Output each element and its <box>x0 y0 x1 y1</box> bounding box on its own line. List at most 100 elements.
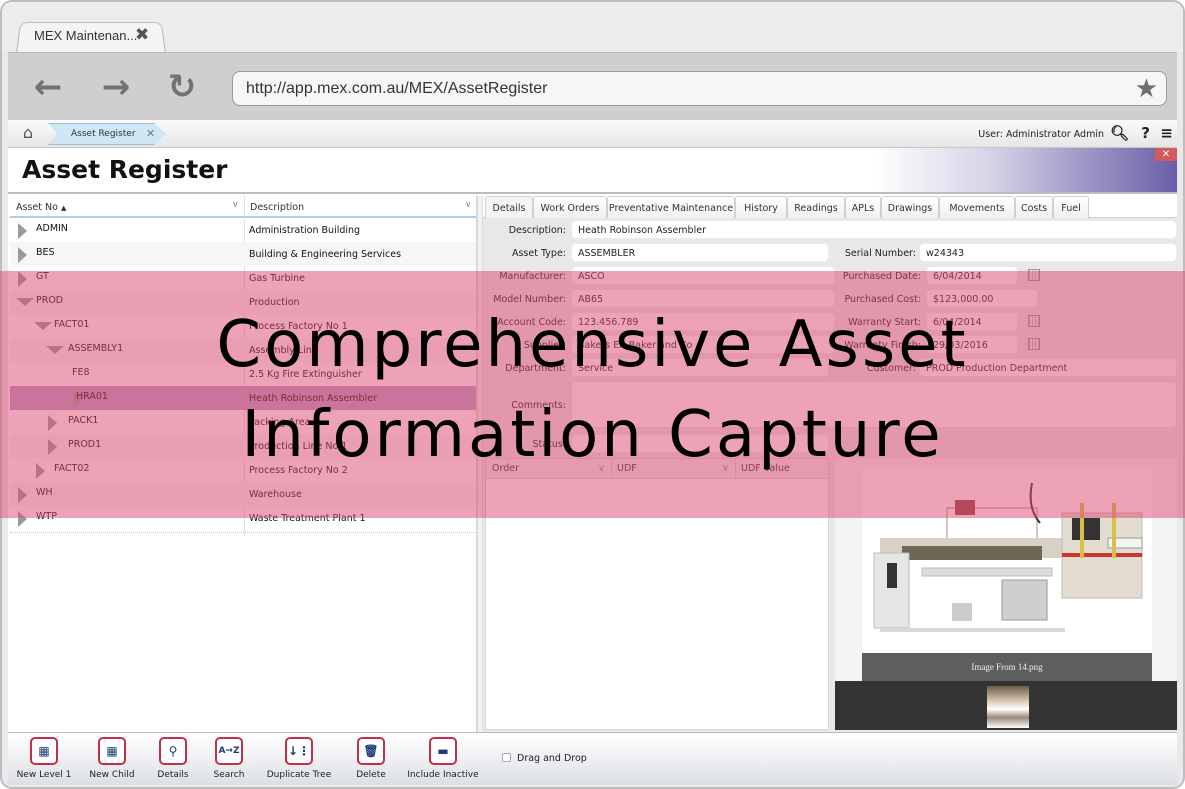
purchased-cost-field[interactable]: $123,000.00 <box>926 289 1038 308</box>
tree-row[interactable]: ADMIN Administration Building <box>10 218 476 242</box>
supplier-label: Supplier: <box>523 340 566 351</box>
search-icon[interactable]: 🔍︎ <box>1110 124 1129 142</box>
column-header-order[interactable]: Order <box>492 463 519 474</box>
model-number-field[interactable]: AB65 <box>571 289 835 308</box>
collapse-arrow-icon[interactable] <box>34 322 52 330</box>
expand-arrow-icon[interactable] <box>18 511 27 527</box>
close-page-icon[interactable]: ✕ <box>1155 148 1177 161</box>
tree-row[interactable]: WH Warehouse <box>10 482 476 506</box>
tree-row[interactable]: WTP Waste Treatment Plant 1 <box>10 506 476 530</box>
home-icon[interactable]: ⌂ <box>12 123 44 145</box>
image-thumbnail[interactable] <box>987 686 1029 728</box>
tree-row[interactable]: PROD1 Production Line No 1 <box>10 434 476 458</box>
new-child-icon: ▦ <box>98 737 126 765</box>
tab-apls[interactable]: APLs <box>845 196 881 218</box>
status-field[interactable] <box>571 434 829 453</box>
bookmark-star-icon[interactable]: ★ <box>1135 74 1158 104</box>
account-code-field[interactable]: 123.456.789 <box>571 312 835 331</box>
description-field[interactable]: Heath Robinson Assembler <box>571 220 1177 239</box>
search-button[interactable]: A→Z Search <box>206 737 252 780</box>
tab-details[interactable]: Details <box>485 196 533 218</box>
tree-row[interactable]: FACT01 Process Factory No 1 <box>10 314 476 338</box>
asset-type-field[interactable]: ASSEMBLER <box>571 243 829 262</box>
image-gallery: Image From 14.png <box>835 458 1177 730</box>
duplicate-tree-button[interactable]: ↓⋮ Duplicate Tree <box>264 737 334 780</box>
chevron-down-icon[interactable]: ∨ <box>465 200 472 210</box>
chevron-down-icon[interactable]: ∨ <box>232 200 239 210</box>
collapse-arrow-icon[interactable] <box>46 346 64 354</box>
include-inactive-icon: ▬ <box>429 737 457 765</box>
serial-number-field[interactable]: w24343 <box>919 243 1177 262</box>
include-inactive-button[interactable]: ▬ Include Inactive <box>404 737 482 780</box>
tree-rows: ADMIN Administration Building BES Building … <box>10 218 476 530</box>
new-level-icon: ▦ <box>30 737 58 765</box>
calendar-icon[interactable] <box>1028 315 1040 327</box>
tree-row[interactable]: FE8 2.5 Kg Fire Extinguisher <box>10 362 476 386</box>
tab-readings[interactable]: Readings <box>787 196 845 218</box>
tree-row[interactable]: GT Gas Turbine <box>10 266 476 290</box>
expand-arrow-icon[interactable] <box>18 247 27 263</box>
warranty-finish-field[interactable]: 29/03/2016 <box>926 335 1018 354</box>
delete-button[interactable]: 🗑 Delete <box>349 737 393 780</box>
customer-field[interactable]: PROD Production Department <box>919 358 1177 377</box>
tab-costs[interactable]: Costs <box>1015 196 1053 218</box>
forward-arrow-icon[interactable]: → <box>96 67 136 107</box>
purchased-date-field[interactable]: 6/04/2014 <box>926 266 1018 285</box>
tab-preventative-maintenance[interactable]: Preventative Maintenance <box>607 196 735 218</box>
tab-fuel[interactable]: Fuel <box>1053 196 1089 218</box>
tree-row[interactable]: HRA01 Heath Robinson Assembler <box>10 386 476 410</box>
column-header-udf[interactable]: UDF <box>617 463 637 474</box>
help-icon[interactable]: ? <box>1141 124 1150 142</box>
new-child-button[interactable]: ▦ New Child <box>87 737 137 780</box>
warranty-start-field[interactable]: 6/04/2014 <box>926 312 1018 331</box>
expand-arrow-icon[interactable] <box>36 463 45 479</box>
expand-arrow-icon[interactable] <box>18 223 27 239</box>
tree-row[interactable]: PACK1 Packing Area 1 <box>10 410 476 434</box>
collapse-arrow-icon[interactable] <box>16 298 34 306</box>
button-label: Details <box>157 770 189 780</box>
asset-photo[interactable] <box>862 468 1152 653</box>
reload-icon[interactable]: ↻ <box>162 67 202 107</box>
chevron-down-icon[interactable]: ∨ <box>722 463 729 474</box>
expand-arrow-icon[interactable] <box>48 439 57 455</box>
column-header-asset-no[interactable]: Asset No ▲ <box>16 202 66 213</box>
column-header-description[interactable]: Description <box>250 202 304 213</box>
expand-arrow-icon[interactable] <box>18 271 27 287</box>
drag-and-drop-option[interactable]: Drag and Drop <box>502 753 587 764</box>
expand-arrow-icon[interactable] <box>48 415 57 431</box>
asset-description: Warehouse <box>249 489 302 500</box>
new-level-1-button[interactable]: ▦ New Level 1 <box>16 737 72 780</box>
tab-work-orders[interactable]: Work Orders <box>533 196 607 218</box>
tab-drawings[interactable]: Drawings <box>881 196 939 218</box>
details-button[interactable]: ⚲ Details <box>153 737 193 780</box>
expand-arrow-icon[interactable] <box>18 487 27 503</box>
back-arrow-icon[interactable]: ← <box>28 67 68 107</box>
calendar-icon[interactable] <box>1028 269 1040 281</box>
department-field[interactable]: Service <box>571 358 829 377</box>
tree-row[interactable]: FACT02 Process Factory No 2 <box>10 458 476 482</box>
tree-row[interactable]: BES Building & Engineering Services <box>10 242 476 266</box>
tab-movements[interactable]: Movements <box>939 196 1015 218</box>
sort-asc-icon: ▲ <box>60 204 67 212</box>
tree-row[interactable]: PROD Production <box>10 290 476 314</box>
asset-description: Packing Area 1 <box>249 417 320 428</box>
chevron-down-icon[interactable]: ∨ <box>598 463 605 474</box>
calendar-icon[interactable] <box>1028 338 1040 350</box>
address-bar[interactable]: http://app.mex.com.au/MEX/AssetRegister … <box>232 71 1167 106</box>
manufacturer-field[interactable]: ASCO <box>571 266 835 285</box>
tree-row[interactable]: ASSEMBLY1 Assembly Line <box>10 338 476 362</box>
browser-tab-title: MEX Maintenan... <box>34 28 138 43</box>
close-breadcrumb-icon[interactable]: ✕ <box>146 127 155 140</box>
user-label: User: Administrator Admin <box>978 129 1104 140</box>
url-text[interactable]: http://app.mex.com.au/MEX/AssetRegister <box>246 80 547 98</box>
asset-no: FACT02 <box>54 463 90 474</box>
asset-no: BES <box>36 247 55 258</box>
breadcrumb-label[interactable]: Asset Register <box>71 129 136 139</box>
tab-history[interactable]: History <box>735 196 787 218</box>
close-tab-icon[interactable]: ✖ <box>135 25 149 45</box>
column-header-udf-value[interactable]: UDF Value <box>741 463 790 474</box>
supplier-field[interactable]: Bakers EA Baker and Co <box>571 335 835 354</box>
comments-textarea[interactable] <box>571 381 1177 428</box>
menu-icon[interactable]: ≡ <box>1160 124 1173 142</box>
drag-and-drop-checkbox[interactable] <box>502 753 511 762</box>
